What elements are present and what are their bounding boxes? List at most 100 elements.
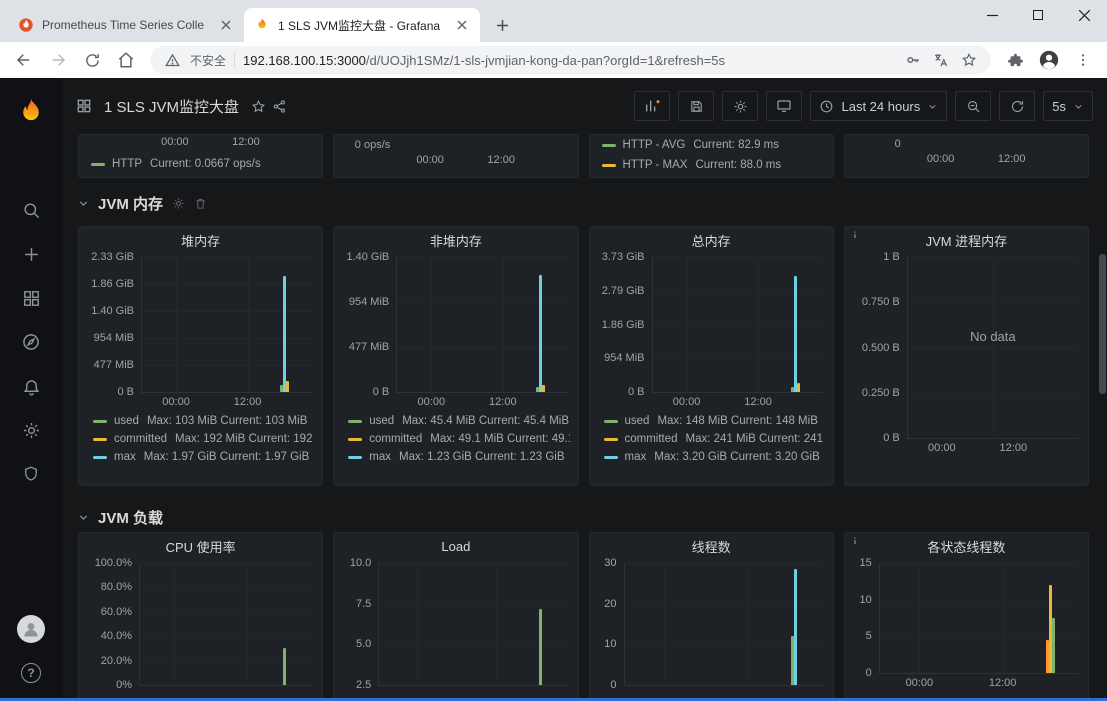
y-axis-labels: 100.0%80.0% 60.0%40.0% 20.0%0%: [87, 558, 139, 691]
y-axis-labels: 10.07.5 5.02.5: [342, 558, 378, 691]
star-dashboard-icon[interactable]: [251, 99, 266, 114]
forward-icon[interactable]: [44, 46, 72, 74]
back-icon[interactable]: [10, 46, 38, 74]
tab-grafana[interactable]: 1 SLS JVM监控大盘 - Grafana: [244, 8, 480, 42]
save-dashboard-button[interactable]: [678, 91, 714, 121]
panel-http-ops[interactable]: 00:0012:00 HTTPCurrent: 0.0667 ops/s: [78, 134, 323, 178]
legend-committed[interactable]: committedMax: 241 MiB Current: 241 MiB: [604, 433, 825, 445]
translate-icon[interactable]: [931, 50, 951, 70]
section-settings-gear-icon[interactable]: [172, 197, 185, 210]
legend-used[interactable]: usedMax: 45.4 MiB Current: 45.4 MiB: [348, 415, 569, 427]
panel-threads-by-state[interactable]: 各状态线程数 1510 50: [844, 532, 1089, 701]
dashboard-title[interactable]: 1 SLS JVM监控大盘: [104, 96, 239, 117]
panel-thread-count[interactable]: 线程数 3020 100: [589, 532, 834, 701]
sidebar-admin-shield-icon[interactable]: [0, 452, 62, 496]
panel-http-errors[interactable]: 0 00:0012:00: [844, 134, 1089, 178]
browser-menu-kebab-icon[interactable]: [1069, 46, 1097, 74]
add-panel-button[interactable]: [634, 91, 670, 121]
sidebar-alerting-bell-icon[interactable]: [0, 364, 62, 408]
section-jvm-memory[interactable]: JVM 内存: [78, 188, 1107, 218]
legend-http-avg[interactable]: HTTP - AVGCurrent: 82.9 ms: [602, 139, 827, 151]
bookmark-star-icon[interactable]: [959, 50, 979, 70]
panel-title[interactable]: 线程数: [590, 533, 833, 559]
y-axis-labels: 1510 50: [853, 558, 879, 679]
sidebar-create-plus-icon[interactable]: [0, 232, 62, 276]
sidebar-configuration-gear-icon[interactable]: [0, 408, 62, 452]
legend-max[interactable]: maxMax: 1.23 GiB Current: 1.23 GiB: [348, 451, 569, 463]
panel-nonheap-memory[interactable]: 非堆内存 1.40 GiB954 MiB 477 MiB0 B: [333, 226, 578, 486]
url-text[interactable]: 192.168.100.15:3000/d/UOJjh1SMz/1-sls-jv…: [243, 53, 895, 68]
plot-area: 00:0012:00: [141, 257, 312, 393]
panel-title[interactable]: Load: [334, 533, 577, 559]
panel-load[interactable]: Load 10.07.5 5.02.5: [333, 532, 578, 701]
tab-close-icon[interactable]: [454, 17, 470, 33]
panel-title[interactable]: 总内存: [590, 227, 833, 253]
y-axis-labels: 1 B0.750 B 0.500 B0.250 B 0 B: [853, 252, 907, 444]
series-waiting: [1052, 618, 1055, 673]
grafana-logo[interactable]: [0, 86, 62, 138]
legend-max[interactable]: maxMax: 1.97 GiB Current: 1.97 GiB: [93, 451, 314, 463]
panel-heap-memory[interactable]: 堆内存 2.33 GiB1.86 GiB 1.40 GiB954 MiB 477…: [78, 226, 323, 486]
refresh-interval-select[interactable]: 5s: [1043, 91, 1093, 121]
reload-icon[interactable]: [78, 46, 106, 74]
series-used: [791, 387, 794, 392]
sidebar-help-icon[interactable]: ?: [0, 651, 62, 695]
panel-title[interactable]: CPU 使用率: [79, 533, 322, 559]
new-tab-button[interactable]: [488, 11, 516, 39]
dashboard-settings-button[interactable]: [722, 91, 758, 121]
not-secure-label[interactable]: 不安全: [190, 52, 226, 69]
legend-committed[interactable]: committedMax: 49.1 MiB Current: 49.1 MiB: [348, 433, 569, 445]
panel-title[interactable]: 各状态线程数: [845, 533, 1088, 559]
legend-http[interactable]: HTTPCurrent: 0.0667 ops/s: [91, 158, 316, 170]
minimize-button[interactable]: [969, 0, 1015, 30]
tv-cycle-view-button[interactable]: [766, 91, 802, 121]
panel-title[interactable]: 非堆内存: [334, 227, 577, 253]
series-cpu: [283, 648, 286, 685]
chevron-down-icon: [927, 101, 938, 112]
close-window-button[interactable]: [1061, 0, 1107, 30]
profile-avatar-icon[interactable]: [1035, 46, 1063, 74]
grafana-app: ? 1 SLS JVM监控大盘: [0, 78, 1107, 701]
panel-jvm-process-memory[interactable]: JVM 进程内存 1 B0.750 B 0.500 B0.250 B 0 B N…: [844, 226, 1089, 486]
sidebar-explore-compass-icon[interactable]: [0, 320, 62, 364]
panel-total-memory[interactable]: 总内存 3.73 GiB2.79 GiB 1.86 GiB954 MiB 0 B: [589, 226, 834, 486]
panel-title[interactable]: 堆内存: [79, 227, 322, 253]
tab-close-icon[interactable]: [218, 17, 234, 33]
panel-cpu-usage[interactable]: CPU 使用率 100.0%80.0% 60.0%40.0% 20.0%0%: [78, 532, 323, 701]
home-icon[interactable]: [112, 46, 140, 74]
extensions-puzzle-icon[interactable]: [1001, 46, 1029, 74]
legend-used[interactable]: usedMax: 148 MiB Current: 148 MiB: [604, 415, 825, 427]
panel-http-ops-rate[interactable]: 0 ops/s 00:0012:00: [333, 134, 578, 178]
zoom-out-button[interactable]: [955, 91, 991, 121]
sidebar-search-icon[interactable]: [0, 188, 62, 232]
panel-info-icon[interactable]: [849, 229, 861, 241]
dashboard-body: 00:0012:00 HTTPCurrent: 0.0667 ops/s 0 o…: [62, 134, 1107, 701]
panel-title[interactable]: JVM 进程内存: [845, 227, 1088, 253]
legend-committed[interactable]: committedMax: 192 MiB Current: 192 MiB: [93, 433, 314, 445]
series-max: [283, 276, 286, 392]
maximize-button[interactable]: [1015, 0, 1061, 30]
sidebar-user-avatar[interactable]: [0, 607, 62, 651]
scrollbar-thumb[interactable]: [1099, 254, 1106, 394]
tab-prometheus[interactable]: Prometheus Time Series Colle: [8, 8, 244, 42]
legend-http-max[interactable]: HTTP - MAXCurrent: 88.0 ms: [602, 159, 827, 171]
legend-max[interactable]: maxMax: 3.20 GiB Current: 3.20 GiB: [604, 451, 825, 463]
sidebar-dashboards-icon[interactable]: [0, 276, 62, 320]
legend-used[interactable]: usedMax: 103 MiB Current: 103 MiB: [93, 415, 314, 427]
not-secure-warning-icon: [162, 50, 182, 70]
url-omnibox[interactable]: 不安全 192.168.100.15:3000/d/UOJjh1SMz/1-sl…: [150, 46, 991, 74]
time-range-picker[interactable]: Last 24 hours: [810, 91, 947, 121]
panel-http-latency[interactable]: HTTP - AVGCurrent: 82.9 ms HTTP - MAXCur…: [589, 134, 834, 178]
series-timed-waiting: [1046, 640, 1049, 673]
dashboard-grid-icon: [76, 98, 92, 114]
section-delete-trash-icon[interactable]: [194, 197, 207, 210]
password-key-icon[interactable]: [903, 50, 923, 70]
share-dashboard-icon[interactable]: [272, 99, 287, 114]
window-controls: [969, 0, 1107, 30]
refresh-button[interactable]: [999, 91, 1035, 121]
y-axis-labels: 3.73 GiB2.79 GiB 1.86 GiB954 MiB 0 B: [598, 252, 652, 398]
topbar-controls: Last 24 hours 5s: [634, 91, 1093, 121]
section-jvm-load[interactable]: JVM 负载: [78, 502, 1107, 532]
legend-swatch: [91, 163, 105, 166]
panel-info-icon[interactable]: [849, 535, 861, 547]
